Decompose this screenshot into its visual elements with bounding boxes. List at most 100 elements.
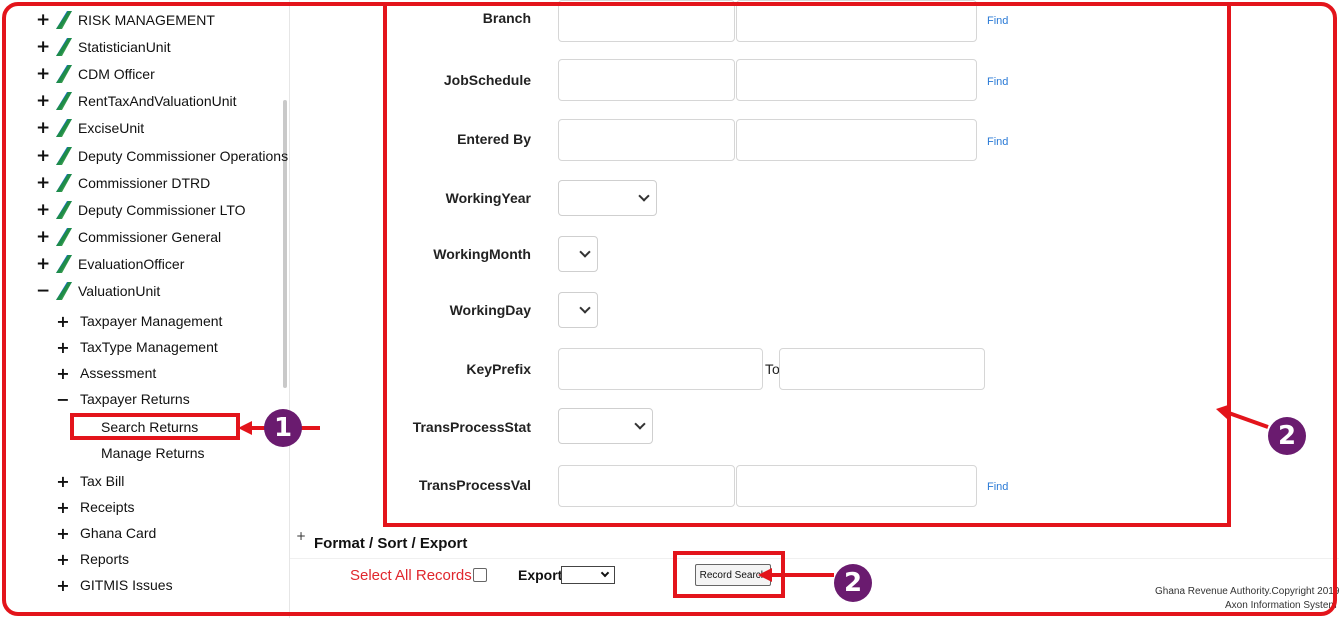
tree-node-cdm-officer[interactable]: + CDM Officer <box>36 63 155 85</box>
tree-item-ghana-card[interactable]: + Ghana Card <box>56 522 156 544</box>
working-year-select[interactable] <box>558 180 657 216</box>
tree-node-commissioner-dtrd[interactable]: + Commissioner DTRD <box>36 172 210 194</box>
expand-icon[interactable]: + <box>36 66 50 83</box>
record-search-button[interactable]: Record Search <box>695 564 771 586</box>
step-badge-1: 1 <box>264 409 302 447</box>
format-sort-export-heading[interactable]: Format / Sort / Export <box>314 535 467 552</box>
sidebar-tree: + RISK MANAGEMENT + StatisticianUnit + C… <box>0 0 290 618</box>
select-all-records-label: Select All Records <box>350 567 472 584</box>
expand-icon[interactable]: + <box>36 175 50 192</box>
expand-icon[interactable]: + <box>56 576 70 595</box>
folder-icon <box>56 255 72 273</box>
trans-process-val-name-input[interactable] <box>736 465 977 507</box>
entered-by-find-link[interactable]: Find <box>987 136 1008 148</box>
expand-icon[interactable]: + <box>56 550 70 569</box>
tree-node-deputy-commissioner-lto[interactable]: + Deputy Commissioner LTO <box>36 199 246 221</box>
key-prefix-to-input[interactable] <box>779 348 985 390</box>
menu-item-manage-returns[interactable]: Manage Returns <box>101 442 205 464</box>
tree-item-taxtype-management[interactable]: + TaxType Management <box>56 336 217 358</box>
menu-item-label: Search Returns <box>101 419 199 435</box>
expand-icon[interactable]: + <box>36 120 50 137</box>
expand-icon[interactable]: + <box>36 202 50 219</box>
tree-node-label: Deputy Commissioner LTO <box>78 202 246 218</box>
step-badge-2-form: 2 <box>1268 417 1306 455</box>
key-prefix-from-input[interactable] <box>558 348 763 390</box>
tree-node-label: Commissioner General <box>78 229 222 245</box>
export-select[interactable] <box>561 566 615 584</box>
tree-node-evaluation-officer[interactable]: + EvaluationOfficer <box>36 253 184 275</box>
tree-node-statistician-unit[interactable]: + StatisticianUnit <box>36 36 171 58</box>
tree-item-label: Ghana Card <box>80 525 157 541</box>
select-all-checkbox[interactable] <box>473 568 487 582</box>
tree-item-tax-bill[interactable]: + Tax Bill <box>56 470 124 492</box>
entered-by-name-input[interactable] <box>736 119 977 161</box>
working-month-label: WorkingMonth <box>433 246 531 262</box>
tree-node-commissioner-general[interactable]: + Commissioner General <box>36 226 221 248</box>
entered-by-code-input[interactable] <box>558 119 735 161</box>
expand-icon[interactable]: + <box>56 364 70 383</box>
chevron-down-icon <box>579 246 591 258</box>
key-prefix-to-label: To <box>765 361 780 377</box>
expand-icon[interactable]: + <box>36 93 50 110</box>
format-expand-icon[interactable]: + <box>296 529 306 543</box>
working-month-select[interactable] <box>558 236 598 272</box>
folder-icon <box>56 174 72 192</box>
working-day-label: WorkingDay <box>449 302 531 318</box>
expand-icon[interactable]: + <box>56 472 70 491</box>
collapse-icon[interactable]: − <box>56 390 70 409</box>
branch-find-link[interactable]: Find <box>987 15 1008 27</box>
tree-node-risk-management[interactable]: + RISK MANAGEMENT <box>36 9 215 31</box>
tree-item-label: Assessment <box>80 365 157 381</box>
folder-icon <box>56 92 72 110</box>
tree-node-label: Commissioner DTRD <box>78 175 211 191</box>
trans-process-val-find-link[interactable]: Find <box>987 481 1008 493</box>
divider <box>290 558 1339 559</box>
collapse-icon[interactable]: − <box>36 283 50 300</box>
tree-node-label: RISK MANAGEMENT <box>78 12 215 28</box>
tree-node-label: CDM Officer <box>78 66 155 82</box>
expand-icon[interactable]: + <box>36 148 50 165</box>
tree-item-taxpayer-management[interactable]: + Taxpayer Management <box>56 310 222 332</box>
folder-icon <box>56 201 72 219</box>
branch-label: Branch <box>482 10 531 26</box>
tree-item-reports[interactable]: + Reports <box>56 548 129 570</box>
tree-node-excise-unit[interactable]: + ExciseUnit <box>36 117 144 139</box>
tree-node-label: ValuationUnit <box>78 283 161 299</box>
job-schedule-code-input[interactable] <box>558 59 735 101</box>
trans-process-val-label: TransProcessVal <box>418 477 531 493</box>
expand-icon[interactable]: + <box>36 12 50 29</box>
expand-icon[interactable]: + <box>36 39 50 56</box>
tree-item-label: Taxpayer Management <box>80 313 223 329</box>
tree-item-receipts[interactable]: + Receipts <box>56 496 134 518</box>
tree-node-rent-tax-valuation-unit[interactable]: + RentTaxAndValuationUnit <box>36 90 237 112</box>
menu-item-search-returns[interactable]: Search Returns <box>101 416 198 438</box>
tree-item-assessment[interactable]: + Assessment <box>56 362 156 384</box>
trans-process-val-code-input[interactable] <box>558 465 735 507</box>
tree-node-label: Deputy Commissioner Operations <box>78 148 289 164</box>
expand-icon[interactable]: + <box>36 229 50 246</box>
folder-icon <box>56 65 72 83</box>
expand-icon[interactable]: + <box>56 312 70 331</box>
chevron-down-icon <box>634 418 646 430</box>
job-schedule-name-input[interactable] <box>736 59 977 101</box>
branch-name-input[interactable] <box>736 0 977 42</box>
working-year-label: WorkingYear <box>445 190 531 206</box>
job-schedule-find-link[interactable]: Find <box>987 76 1008 88</box>
menu-item-label: Manage Returns <box>101 445 205 461</box>
expand-icon[interactable]: + <box>56 524 70 543</box>
working-day-select[interactable] <box>558 292 598 328</box>
expand-icon[interactable]: + <box>56 498 70 517</box>
sidebar-scrollbar[interactable] <box>283 100 287 388</box>
tree-item-gitmis-issues[interactable]: + GITMIS Issues <box>56 574 172 596</box>
expand-icon[interactable]: + <box>36 256 50 273</box>
chevron-down-icon <box>600 568 610 578</box>
arrow-head-2a <box>1216 404 1231 419</box>
expand-icon[interactable]: + <box>56 338 70 357</box>
tree-item-label: Receipts <box>80 499 135 515</box>
branch-code-input[interactable] <box>558 0 735 42</box>
tree-node-label: StatisticianUnit <box>78 39 171 55</box>
tree-item-taxpayer-returns[interactable]: − Taxpayer Returns <box>56 388 189 410</box>
tree-node-valuation-unit[interactable]: − ValuationUnit <box>36 280 160 302</box>
trans-process-stat-select[interactable] <box>558 408 653 444</box>
tree-node-deputy-commissioner-operations[interactable]: + Deputy Commissioner Operations <box>36 145 288 167</box>
